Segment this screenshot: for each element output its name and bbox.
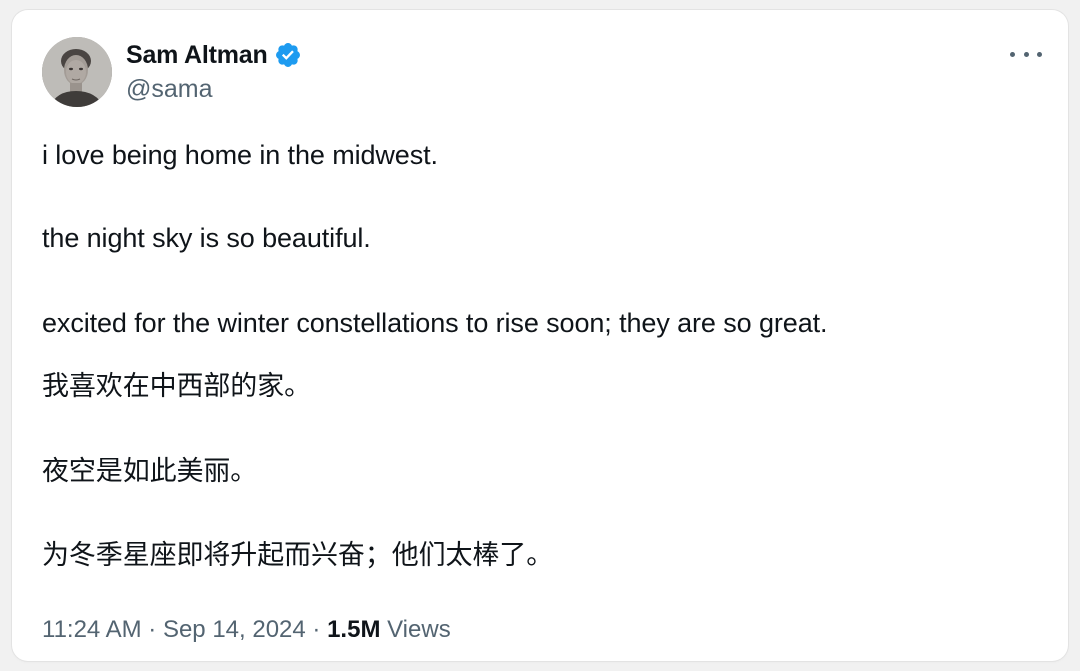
views-count[interactable]: 1.5M — [327, 616, 380, 643]
tweet-text-line: 我喜欢在中西部的家。 — [42, 371, 311, 401]
tweet-date[interactable]: Sep 14, 2024 — [163, 616, 306, 643]
tweet-meta: 11:24 AM · Sep 14, 2024 · 1.5M Views — [42, 616, 451, 644]
tweet-text-line: excited for the winter constellations to… — [42, 308, 828, 338]
views-label: Views — [387, 616, 451, 643]
more-dot — [1037, 51, 1042, 57]
verified-badge-icon[interactable] — [274, 41, 302, 69]
more-dot — [1023, 51, 1029, 57]
meta-separator: · — [305, 616, 328, 643]
tweet-card: Sam Altman @sama i love being home in th… — [12, 10, 1068, 661]
author-display-name[interactable]: Sam Altman — [126, 41, 268, 70]
tweet-text-line: the night sky is so beautiful. — [42, 223, 371, 253]
author-handle[interactable]: @sama — [126, 75, 213, 104]
tweet-text-line: i love being home in the midwest. — [42, 140, 438, 170]
avatar[interactable] — [42, 37, 112, 107]
avatar-photo — [42, 37, 112, 107]
tweet-text-line: 为冬季星座即将升起而兴奋；他们太棒了。 — [42, 540, 554, 570]
tweet-text-line: 夜空是如此美丽。 — [42, 456, 258, 486]
more-options-icon[interactable] — [1010, 44, 1042, 64]
author-name-row: Sam Altman — [126, 40, 302, 70]
meta-separator: · — [141, 616, 163, 643]
tweet-time[interactable]: 11:24 AM — [42, 616, 142, 643]
more-dot — [1010, 51, 1015, 57]
